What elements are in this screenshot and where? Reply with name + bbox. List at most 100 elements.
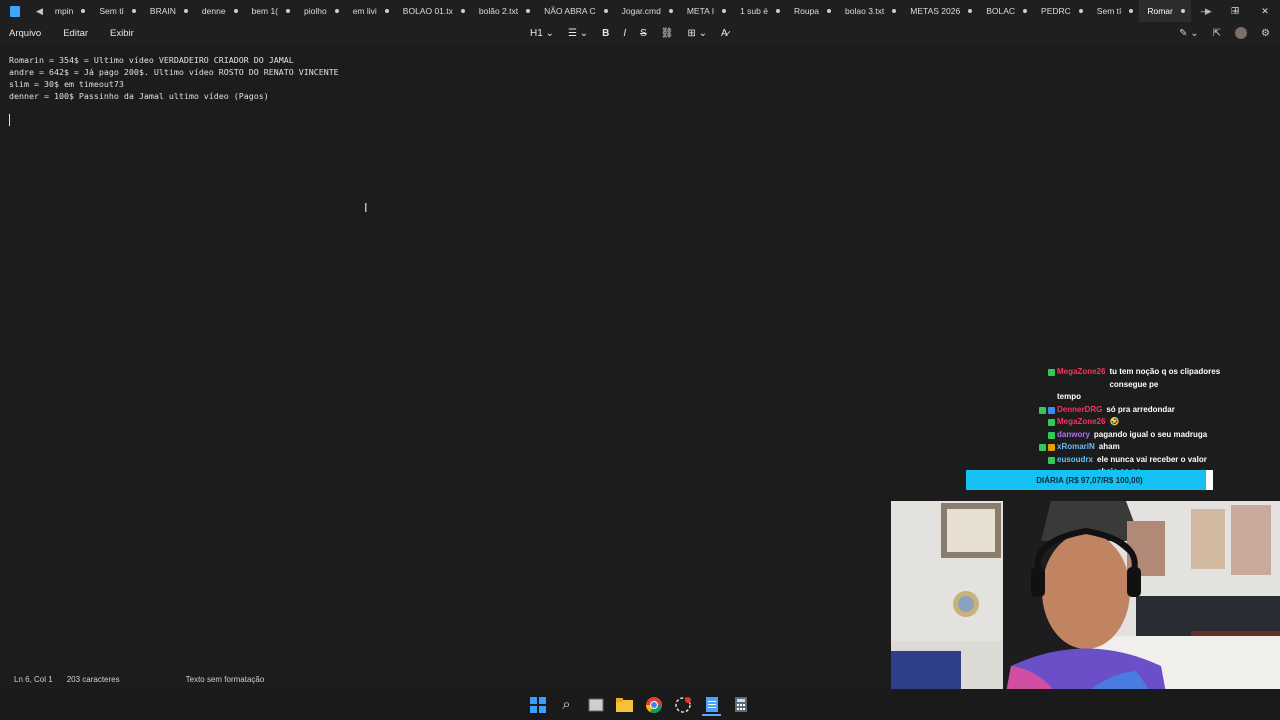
file-explorer-icon[interactable]: [615, 695, 634, 714]
strikethrough-icon[interactable]: S: [640, 28, 647, 39]
clear-formatting-icon[interactable]: A̷: [721, 28, 728, 39]
start-icon[interactable]: [528, 695, 547, 714]
bold-icon[interactable]: B: [602, 28, 609, 39]
chat-badges: [985, 429, 1055, 439]
close-icon[interactable]: ✕: [1250, 0, 1280, 22]
copilot-icon[interactable]: ✎ ⌄: [1179, 28, 1199, 39]
tab-label: bem 1(: [251, 6, 279, 16]
tab-11[interactable]: META I: [679, 0, 732, 22]
badge-icon: [1039, 444, 1046, 451]
chat-text: tempo: [1057, 392, 1081, 401]
settings-gear-icon[interactable]: ⚙: [1261, 28, 1270, 39]
text-format: Texto sem formatação: [185, 674, 265, 684]
unsaved-dot-icon[interactable]: [892, 9, 897, 13]
tab-2[interactable]: BRAIN: [142, 0, 194, 22]
scroll-tabs-left-icon[interactable]: ◀: [36, 6, 43, 17]
tab-label: BOLAC: [986, 6, 1016, 16]
chat-username: danwory: [1057, 429, 1090, 439]
link-icon[interactable]: ⛓: [661, 28, 674, 39]
tab-4[interactable]: bem 1(: [244, 0, 296, 22]
tab-6[interactable]: em livi: [345, 0, 395, 22]
editor-line[interactable]: Romarin = 354$ = Ultimo vídeo VERDADEIRO…: [9, 54, 339, 66]
unsaved-dot-icon[interactable]: [775, 9, 780, 13]
tab-label: mpin: [54, 6, 74, 16]
avatar[interactable]: [1235, 27, 1248, 39]
unsaved-dot-icon[interactable]: [460, 9, 465, 13]
tab-label: NÃO ABRA C: [544, 6, 596, 16]
menu-view[interactable]: Exibir: [110, 28, 134, 39]
table-icon[interactable]: ⊞ ⌄: [687, 28, 707, 39]
unsaved-dot-icon[interactable]: [131, 9, 136, 13]
tab-17[interactable]: PEDRC: [1033, 0, 1089, 22]
task-view-icon[interactable]: [586, 695, 605, 714]
unsaved-dot-icon[interactable]: [827, 9, 832, 13]
badge-icon: [1048, 444, 1055, 451]
goal-track: [1205, 470, 1213, 490]
heading-label: H1: [530, 27, 543, 39]
tab-14[interactable]: bolao 3.txt: [837, 0, 902, 22]
calculator-icon[interactable]: [731, 695, 750, 714]
tab-18[interactable]: Sem tí: [1089, 0, 1140, 22]
tab-1[interactable]: Sem tí: [91, 0, 142, 22]
snipping-tool-icon[interactable]: [673, 695, 692, 714]
format-toolbar: H1 ⌄ ☰ ⌄ B I S ⛓ ⊞ ⌄ A̷: [530, 22, 728, 44]
unsaved-dot-icon[interactable]: [334, 9, 339, 13]
unsaved-dot-icon[interactable]: [183, 9, 188, 13]
badge-icon: [1048, 456, 1055, 464]
search-icon[interactable]: ⌕: [557, 695, 576, 714]
tab-8[interactable]: bolão 2.txt: [471, 0, 536, 22]
tab-13[interactable]: Roupa: [786, 0, 837, 22]
italic-icon[interactable]: I: [623, 28, 626, 39]
tab-9[interactable]: NÃO ABRA C: [536, 0, 614, 22]
tab-label: Jogar.cmd: [621, 6, 661, 16]
unsaved-dot-icon[interactable]: [668, 9, 673, 13]
editor-line[interactable]: andre = 642$ = Já pago 200$. Ultimo víde…: [9, 66, 339, 78]
share-icon[interactable]: ⇱: [1213, 28, 1221, 39]
tab-19[interactable]: Romar: [1139, 0, 1191, 22]
list-icon[interactable]: ☰ ⌄: [568, 28, 588, 39]
chrome-icon[interactable]: [644, 695, 663, 714]
chat-badges: [985, 454, 1055, 464]
editor-line[interactable]: slim = 30$ em timeout73: [9, 78, 339, 90]
menu-file[interactable]: Arquivo: [9, 28, 41, 39]
chat-message: tempo: [985, 391, 1225, 404]
chat-username: MegaZone26: [1057, 367, 1106, 376]
editor-line[interactable]: denner = 100$ Passinho da Jamal ultimo v…: [9, 90, 339, 102]
unsaved-dot-icon[interactable]: [968, 9, 973, 13]
unsaved-dot-icon[interactable]: [526, 9, 531, 13]
tab-12[interactable]: 1 sub é: [732, 0, 786, 22]
tab-16[interactable]: BOLAC: [978, 0, 1033, 22]
close-tab-icon[interactable]: [1180, 9, 1185, 13]
tab-15[interactable]: METAS 2026: [902, 0, 978, 22]
unsaved-dot-icon[interactable]: [384, 9, 389, 13]
right-toolbar: ✎ ⌄ ⇱ ⚙: [1179, 22, 1270, 44]
tab-3[interactable]: denne: [194, 0, 244, 22]
minimize-icon[interactable]: —: [1190, 0, 1220, 22]
unsaved-dot-icon[interactable]: [286, 9, 291, 13]
daily-goal-bar: DIÁRIA (R$ 97,07/R$ 100,00): [966, 470, 1213, 490]
editor-content[interactable]: Romarin = 354$ = Ultimo vídeo VERDADEIRO…: [9, 54, 339, 102]
maximize-icon[interactable]: ❐: [1220, 0, 1250, 22]
notepad-taskbar-icon[interactable]: [702, 695, 721, 716]
tab-label: Roupa: [793, 6, 820, 16]
unsaved-dot-icon[interactable]: [81, 9, 86, 13]
unsaved-dot-icon[interactable]: [233, 9, 238, 13]
unsaved-dot-icon[interactable]: [1129, 9, 1134, 13]
chat-message: DennerDRG só pra arredondar: [985, 404, 1225, 417]
menu-edit[interactable]: Editar: [63, 28, 88, 39]
heading-dropdown[interactable]: H1 ⌄: [530, 28, 554, 39]
tab-0[interactable]: mpin: [47, 0, 91, 22]
daily-goal-label: DIÁRIA (R$ 97,07/R$ 100,00): [1036, 475, 1143, 485]
unsaved-dot-icon[interactable]: [603, 9, 608, 13]
tab-label: PEDRC: [1041, 6, 1071, 16]
webcam-feed: [891, 501, 1280, 720]
tab-7[interactable]: BOLAO 01.tx: [395, 0, 471, 22]
unsaved-dot-icon[interactable]: [1023, 9, 1028, 13]
unsaved-dot-icon[interactable]: [1078, 9, 1083, 13]
tab-label: Romar: [1147, 6, 1173, 16]
unsaved-dot-icon[interactable]: [722, 9, 727, 13]
tab-10[interactable]: Jogar.cmd: [614, 0, 679, 22]
tab-label: META I: [686, 6, 715, 16]
title-bar: ◀ mpin Sem tí BRAIN denne bem 1(piolho em liv…: [0, 0, 1280, 22]
tab-5[interactable]: piolho: [296, 0, 345, 22]
